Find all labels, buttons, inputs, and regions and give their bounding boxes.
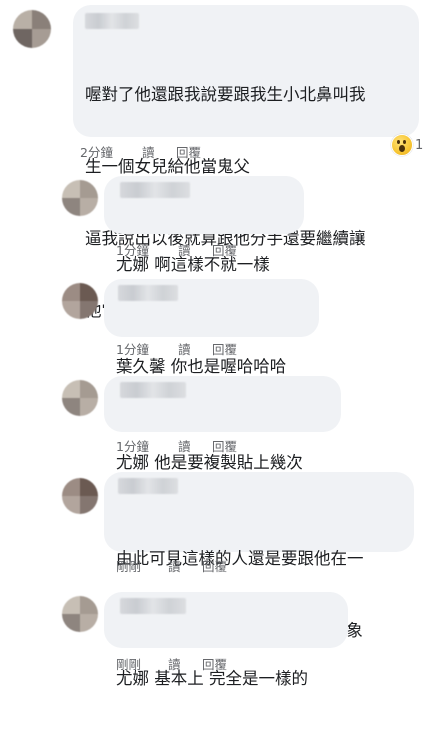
reaction-count: 1 [415, 137, 424, 153]
read-label: 讀 [178, 342, 191, 357]
avatar[interactable] [13, 10, 51, 48]
reply-button[interactable]: 回覆 [212, 339, 237, 358]
wow-reaction-icon [391, 134, 413, 156]
timestamp[interactable]: 1分鐘 [116, 240, 149, 259]
reply-comment: 尤娜 他是要複製貼上幾次 1分鐘 讀 回覆 [0, 370, 431, 472]
comment-text-line: 喔對了他還跟我說要跟我生小北鼻叫我 [85, 85, 366, 104]
author-name-blurred[interactable] [120, 182, 190, 198]
avatar[interactable] [62, 478, 98, 514]
reply-button[interactable]: 回覆 [202, 654, 227, 673]
comment-actions: 1分鐘 讀 回覆 [116, 436, 316, 454]
comment-bubble: 尤娜 基本上 完全是一樣的 [104, 592, 348, 688]
comment-bubble: 尤娜 他是要複製貼上幾次 [104, 376, 341, 472]
reply-button[interactable]: 回覆 [212, 436, 237, 455]
comment-actions: 2分鐘 讀 回覆 [80, 142, 280, 160]
comment-bubble: 尤娜 啊這樣不就一樣 [104, 176, 304, 274]
comment-actions: 1分鐘 讀 回覆 [116, 339, 316, 357]
timestamp[interactable]: 剛剛 [116, 556, 141, 575]
comment-text: 尤娜 基本上 完全是一樣的 [116, 619, 346, 739]
avatar[interactable] [62, 180, 98, 216]
reply-button[interactable]: 回覆 [212, 240, 237, 259]
author-name-blurred[interactable] [120, 382, 186, 398]
comment-actions: 1分鐘 讀 回覆 [116, 240, 316, 258]
timestamp[interactable]: 2分鐘 [80, 142, 113, 161]
comment-actions: 剛剛 讀 回覆 [116, 654, 316, 672]
reply-comment: 尤娜 啊這樣不就一樣 1分鐘 讀 回覆 [0, 170, 431, 274]
avatar[interactable] [62, 596, 98, 632]
read-label: 讀 [142, 145, 155, 160]
reaction-summary[interactable]: 1 [391, 134, 423, 156]
comment-bubble: 喔對了他還跟我說要跟我生小北鼻叫我 生一個女兒給他當鬼父 逼我說出以後就算跟他分… [73, 5, 419, 320]
author-name-blurred[interactable] [118, 285, 178, 301]
comment-bubble: 葉久馨 你也是喔哈哈哈 [104, 279, 319, 376]
author-name-blurred[interactable] [120, 598, 186, 614]
reply-button[interactable]: 回覆 [202, 556, 227, 575]
avatar[interactable] [62, 283, 98, 319]
reply-comment: 葉久馨 你也是喔哈哈哈 1分鐘 讀 回覆 [0, 275, 431, 376]
read-label: 讀 [178, 439, 191, 454]
timestamp[interactable]: 1分鐘 [116, 436, 149, 455]
timestamp[interactable]: 1分鐘 [116, 339, 149, 358]
avatar[interactable] [62, 380, 98, 416]
reply-comment: 由此可見這樣的人還是要跟他在一 起 台女的蠢不是個案 是群體現象 剛剛 讀 回覆 [0, 468, 431, 640]
author-name-blurred[interactable] [118, 478, 178, 494]
read-label: 讀 [178, 243, 191, 258]
read-label: 讀 [168, 657, 181, 672]
comment-actions: 剛剛 讀 回覆 [116, 556, 316, 574]
read-label: 讀 [168, 559, 181, 574]
reply-comment: 尤娜 基本上 完全是一樣的 剛剛 讀 回覆 [0, 588, 431, 688]
author-name-blurred[interactable] [85, 13, 139, 29]
timestamp[interactable]: 剛剛 [116, 654, 141, 673]
reply-button[interactable]: 回覆 [176, 142, 201, 161]
comment: 喔對了他還跟我說要跟我生小北鼻叫我 生一個女兒給他當鬼父 逼我說出以後就算跟他分… [0, 0, 431, 320]
comment-bubble: 由此可見這樣的人還是要跟他在一 起 台女的蠢不是個案 是群體現象 [104, 472, 414, 640]
